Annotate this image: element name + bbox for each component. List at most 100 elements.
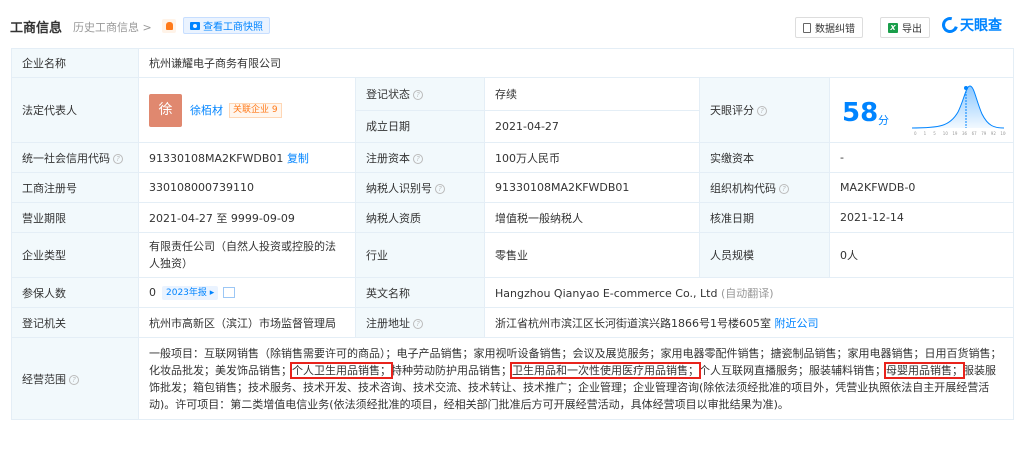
reg-authority-value: 杭州市高新区（滨江）市场监督管理局 [138, 307, 356, 338]
score-chart-tick: 92 [991, 131, 997, 136]
score-chart-tick: 79 [981, 131, 987, 136]
tianyancha-logo: 天眼查 [939, 14, 1002, 36]
biz-reg-no-value: 330108000739110 [138, 172, 356, 203]
score-chart-tick: 10 [943, 131, 949, 136]
company-type-label: 企业类型 [11, 232, 139, 278]
score-unit: 分 [878, 114, 889, 127]
legal-rep-label: 法定代表人 [11, 77, 139, 143]
english-name-value: Hangzhou Qianyao E-commerce Co., Ltd [495, 286, 718, 300]
company-name-label: 企业名称 [11, 48, 139, 78]
table-row: 企业类型 有限责任公司（自然人投资或控股的法人独资） 行业 零售业 人员规模 0… [11, 232, 1015, 278]
org-code-value: MA2KFWDB-0 [828, 172, 1015, 203]
history-link[interactable]: 历史工商信息 > [73, 19, 152, 35]
chevron-right-icon: > [142, 21, 152, 34]
insured-label: 参保人数 [11, 277, 139, 308]
section-title: 工商信息 [10, 21, 63, 36]
help-icon[interactable]: ? [757, 106, 767, 116]
score-label: 天眼评分? [699, 77, 830, 143]
trend-chart-icon[interactable] [223, 287, 236, 298]
english-name-cell: Hangzhou Qianyao E-commerce Co., Ltd (自动… [483, 277, 1015, 308]
reg-status-value: 存续 [484, 77, 700, 111]
company-name-value: 杭州谦耀电子商务有限公司 [137, 48, 1015, 78]
document-icon [803, 22, 811, 33]
logo-mark-icon [939, 14, 961, 36]
staff-size-value: 0人 [828, 232, 1015, 278]
help-icon[interactable]: ? [413, 153, 423, 164]
industry-value: 零售业 [484, 232, 700, 278]
related-companies-badge[interactable]: 关联企业 9 [229, 102, 282, 118]
insured-value: 0 [149, 285, 156, 299]
copy-link[interactable]: 复制 [287, 152, 309, 165]
paid-capital-value: - [828, 142, 1015, 173]
logo-text: 天眼查 [960, 18, 1002, 34]
avatar: 徐 [149, 93, 182, 127]
scope-label: 经营范围? [11, 337, 139, 420]
legal-rep-cell: 徐徐栢材 关联企业 9 [138, 77, 356, 143]
excel-icon: X [888, 22, 898, 33]
paid-capital-label: 实缴资本 [699, 142, 830, 173]
table-row: 参保人数 0 2023年报 ▸ 英文名称 Hangzhou Qianyao E-c… [11, 277, 1015, 308]
business-scope-value: 一般项目：互联网销售（除销售需要许可的商品）；电子产品销售；家用视听设备销售；会… [137, 337, 1015, 420]
help-icon[interactable]: ? [69, 374, 79, 385]
english-name-label: 英文名称 [355, 277, 485, 308]
history-label: 历史工商信息 [73, 21, 139, 34]
founded-value: 2021-04-27 [484, 109, 700, 143]
taxpayer-qual-value: 增值税一般纳税人 [484, 202, 700, 233]
report-error-button[interactable]: 数据纠错 [795, 17, 863, 38]
score-chart-tick: 36 [962, 131, 968, 136]
nearby-companies-link[interactable]: 附近公司 [775, 317, 819, 330]
help-icon[interactable]: ? [435, 183, 445, 194]
approval-date-label: 核准日期 [699, 202, 830, 233]
org-code-label: 组织机构代码? [699, 172, 830, 203]
approval-date-value: 2021-12-14 [828, 202, 1015, 233]
table-row: 统一社会信用代码? 91330108MA2KFWDB01 复制 注册资本? 10… [11, 142, 1015, 173]
highlight-maternal-infant: 母婴用品销售； [884, 361, 965, 379]
credit-code-cell: 91330108MA2KFWDB01 复制 [138, 142, 356, 173]
score-distribution-chart: 0 1 5 1019 36 6779 92100 [911, 85, 1006, 136]
table-row: 法定代表人 徐徐栢材 关联企业 9 登记状态? 存续 天眼评分? 58 分 0 … [11, 77, 1015, 143]
credit-code-value: 91330108MA2KFWDB01 [149, 151, 284, 165]
snapshot-label: 查看工商快照 [203, 22, 263, 33]
highlight-personal-hygiene: 个人卫生用品销售； [290, 361, 393, 379]
score-chart-tick: 67 [972, 131, 978, 136]
score-chart-tick: 1 [924, 131, 927, 136]
credit-code-label: 统一社会信用代码? [11, 142, 139, 173]
export-button[interactable]: X 导出 [880, 17, 930, 38]
report-error-label: 数据纠错 [815, 24, 855, 35]
help-icon[interactable]: ? [113, 153, 123, 164]
table-row: 经营范围? 一般项目：互联网销售（除销售需要许可的商品）；电子产品销售；家用视听… [11, 337, 1015, 420]
insured-cell: 0 2023年报 ▸ [138, 277, 356, 308]
legal-rep-name-link[interactable]: 徐栢材 [190, 104, 223, 117]
taxpayer-id-label: 纳税人识别号? [355, 172, 485, 203]
annual-report-tag[interactable]: 2023年报 ▸ [162, 285, 219, 300]
help-icon[interactable]: ? [413, 89, 423, 100]
company-type-value: 有限责任公司（自然人投资或控股的法人独资） [138, 232, 356, 278]
staff-size-label: 人员规模 [699, 232, 830, 278]
reg-capital-label: 注册资本? [355, 142, 485, 173]
score-cell[interactable]: 58 分 0 1 5 1019 36 6779 92100 [828, 77, 1015, 143]
founded-label: 成立日期 [355, 109, 485, 143]
table-row: 登记机关 杭州市高新区（滨江）市场监督管理局 注册地址? 浙江省杭州市滨江区长河… [11, 307, 1015, 338]
biz-reg-no-label: 工商注册号 [11, 172, 139, 203]
snapshot-button[interactable]: 查看工商快照 [183, 17, 270, 34]
reg-address-value: 浙江省杭州市滨江区长河街道滨兴路1866号1号楼605室 [495, 316, 771, 330]
auto-translate-note: (自动翻译) [720, 286, 774, 300]
table-row: 企业名称 杭州谦耀电子商务有限公司 [11, 48, 1015, 78]
bell-icon[interactable] [162, 19, 176, 33]
score-chart-tick: 5 [933, 131, 936, 136]
reg-address-cell: 浙江省杭州市滨江区长河街道滨兴路1866号1号楼605室 附近公司 [483, 307, 1015, 338]
export-label: 导出 [902, 24, 922, 35]
table-row: 工商注册号 330108000739110 纳税人识别号? 91330108MA… [11, 172, 1015, 203]
highlight-medical-supplies: 卫生用品和一次性使用医疗用品销售； [510, 361, 701, 379]
help-icon[interactable]: ? [413, 318, 423, 329]
reg-status-label: 登记状态? [355, 77, 485, 111]
reg-capital-value: 100万人民币 [484, 142, 700, 173]
table-row: 营业期限 2021-04-27 至 9999-09-09 纳税人资质 增值税一般… [11, 202, 1015, 233]
reg-authority-label: 登记机关 [11, 307, 139, 338]
score-chart-tick: 19 [952, 131, 958, 136]
taxpayer-qual-label: 纳税人资质 [355, 202, 485, 233]
help-icon[interactable]: ? [779, 183, 789, 194]
biz-term-value: 2021-04-27 至 9999-09-09 [138, 202, 356, 233]
score-chart-tick: 100 [1000, 131, 1006, 136]
camera-icon [190, 21, 200, 30]
